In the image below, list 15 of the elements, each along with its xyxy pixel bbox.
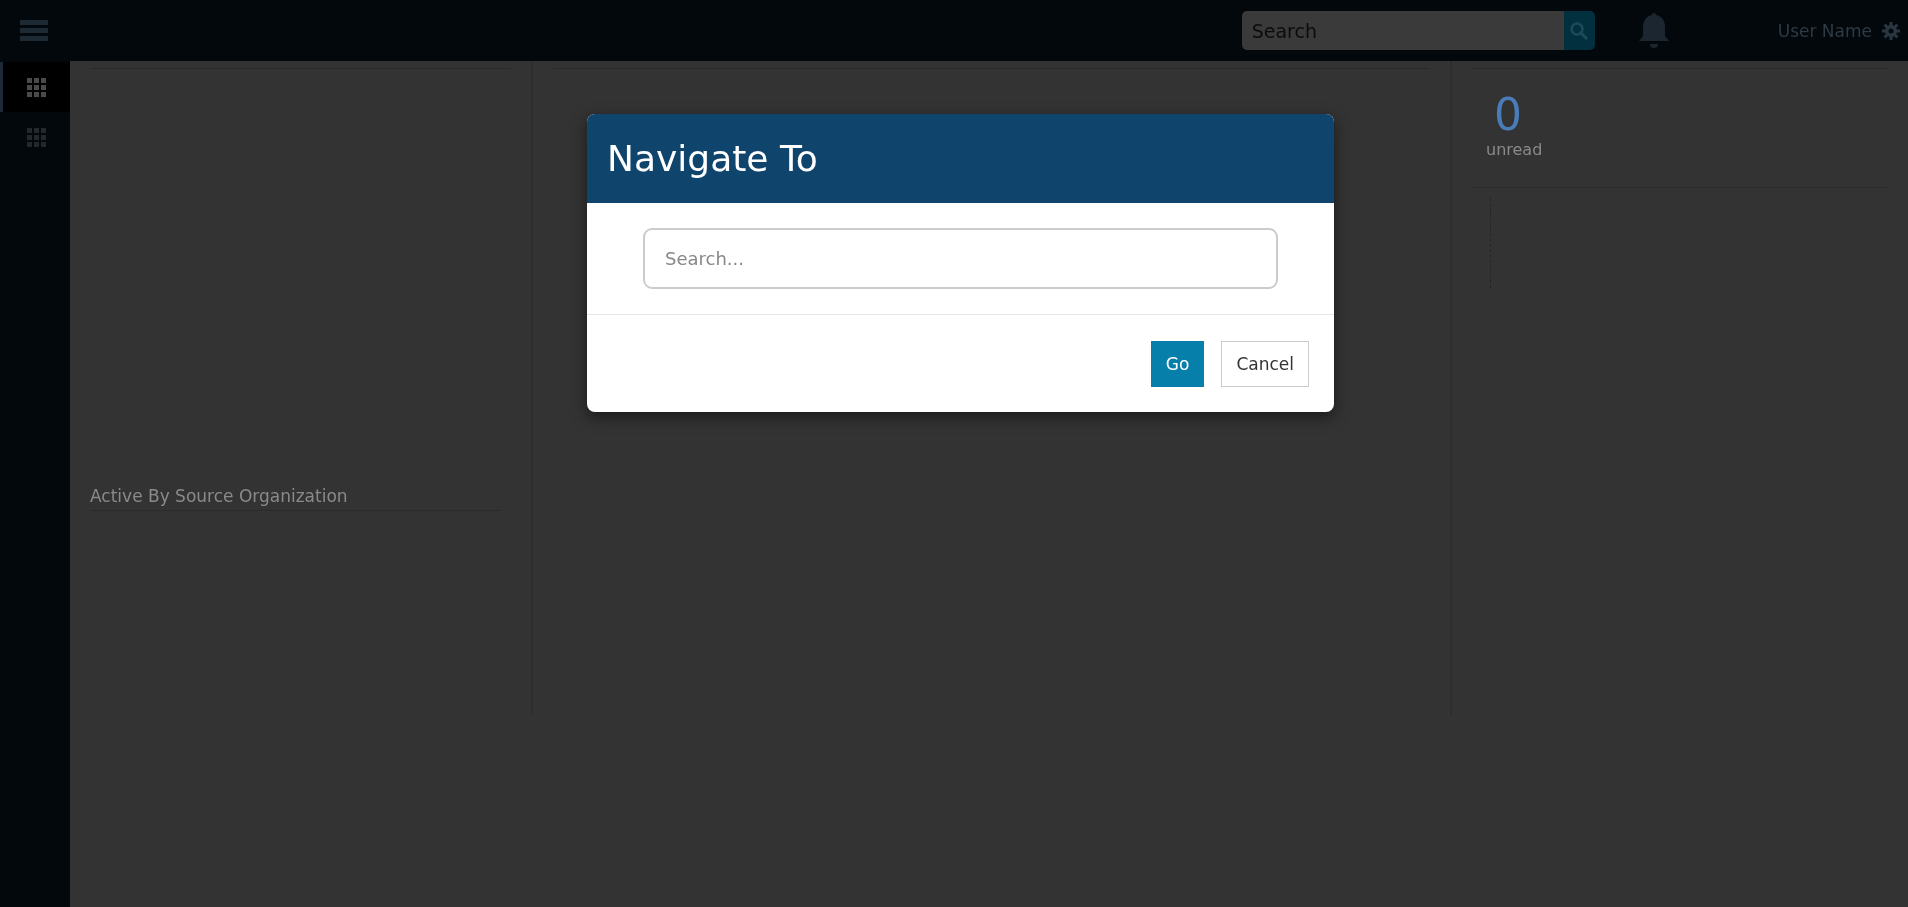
search-button[interactable] <box>1563 11 1595 50</box>
panel-heading: Active By Source Organization <box>90 486 500 511</box>
bell-icon[interactable] <box>1636 10 1671 51</box>
cancel-button[interactable]: Cancel <box>1221 341 1309 387</box>
sidebar-item[interactable] <box>0 62 70 112</box>
search-icon <box>1569 20 1590 41</box>
search-field[interactable]: Search... <box>643 228 1278 289</box>
settings-icon[interactable] <box>1882 21 1900 40</box>
grid-icon <box>27 77 46 97</box>
grid-icon <box>27 127 46 147</box>
unread-count: 0 <box>1494 89 1523 140</box>
unread-label: unread <box>1486 140 1544 159</box>
menu-icon[interactable] <box>20 19 48 42</box>
dialog-title: Navigate To <box>607 138 818 179</box>
go-button[interactable]: Go <box>1150 341 1205 387</box>
